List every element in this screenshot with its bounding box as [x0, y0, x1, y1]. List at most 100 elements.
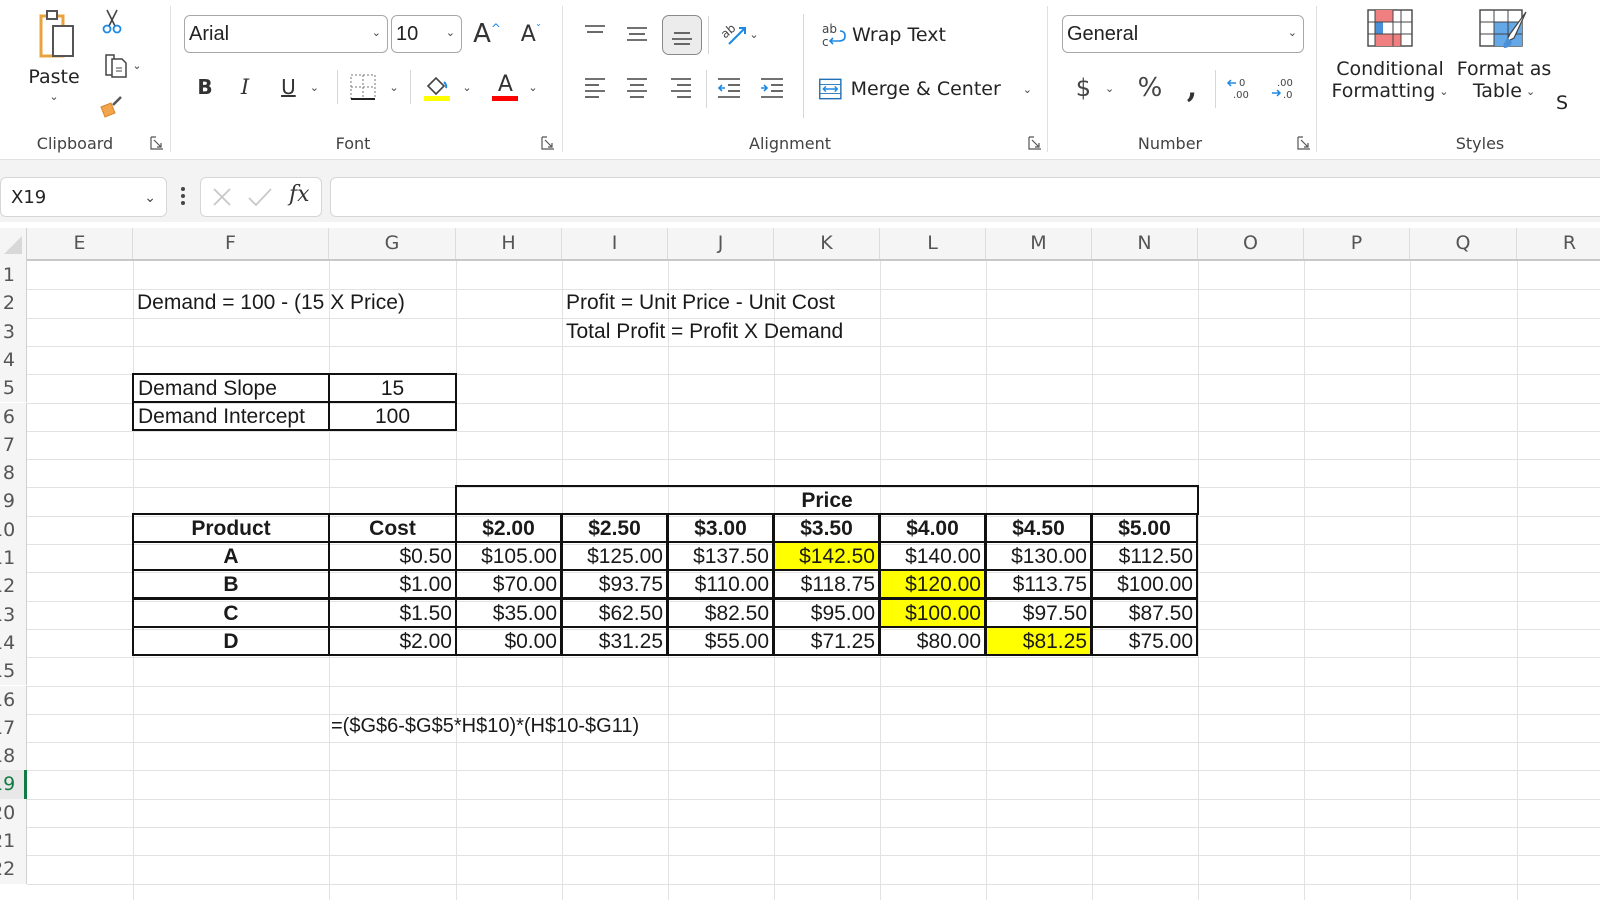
column-header-f[interactable]: F [133, 228, 329, 259]
row-header-9[interactable]: 9 [0, 487, 27, 516]
row-header-20[interactable]: 20 [0, 798, 27, 827]
cell-n13-profit[interactable]: $87.50 [1091, 597, 1198, 628]
merge-center-button[interactable]: Merge & Center ⌄ [818, 70, 1032, 108]
cell-l14-profit[interactable]: $80.00 [879, 625, 986, 656]
row-header-21[interactable]: 21 [0, 827, 27, 856]
cell-f10-product-header[interactable]: Product [132, 513, 330, 543]
row-header-6[interactable]: 6 [0, 402, 27, 431]
cell-n12-profit[interactable]: $100.00 [1091, 569, 1198, 600]
formula-input[interactable] [330, 177, 1600, 217]
column-header-m[interactable]: M [986, 228, 1092, 259]
cell-m11-profit[interactable]: $130.00 [985, 541, 1092, 571]
cell-h11-profit[interactable]: $105.00 [455, 541, 562, 571]
column-header-r[interactable]: R [1517, 228, 1600, 259]
italic-button[interactable]: I [230, 70, 260, 104]
select-all-button[interactable] [0, 228, 27, 261]
cell-g11-cost[interactable]: $0.50 [328, 541, 457, 571]
row-header-17[interactable]: 17 [0, 713, 27, 743]
row-header-8[interactable]: 8 [0, 459, 27, 488]
column-header-p[interactable]: P [1304, 228, 1410, 259]
increase-font-size-button[interactable]: A^ [470, 16, 504, 52]
align-center-button[interactable] [620, 70, 654, 104]
row-header-12[interactable]: 12 [0, 572, 27, 601]
increase-indent-button[interactable] [755, 70, 789, 104]
row-header-13[interactable]: 13 [0, 600, 27, 629]
cell-k11-profit-max[interactable]: $142.50 [773, 541, 880, 571]
decrease-indent-button[interactable] [712, 70, 746, 104]
comma-style-button[interactable]: , [1176, 70, 1208, 106]
cell-h12-profit[interactable]: $70.00 [455, 569, 562, 600]
cell-n14-profit[interactable]: $75.00 [1091, 625, 1198, 656]
font-dialog-launcher[interactable] [541, 136, 555, 150]
row-header-2[interactable]: 2 [0, 289, 27, 318]
column-header-e[interactable]: E [27, 228, 133, 259]
name-box[interactable]: X19 ⌄ [0, 177, 167, 217]
cut-button[interactable] [98, 6, 126, 36]
column-header-i[interactable]: I [562, 228, 668, 259]
cell-price-header[interactable]: Price [455, 485, 1199, 515]
cell-g17-formula-note[interactable]: =($G$6-$G$5*H$10)*(H$10-$G11) [329, 712, 639, 740]
cell-i13-profit[interactable]: $62.50 [561, 597, 668, 628]
row-header-18[interactable]: 18 [0, 742, 27, 771]
cell-g12-cost[interactable]: $1.00 [328, 569, 457, 600]
cell-n10-price-header[interactable]: $5.00 [1091, 513, 1198, 543]
cell-m14-profit-max[interactable]: $81.25 [985, 625, 1092, 656]
font-size-dropdown[interactable]: 10 ⌄ [391, 15, 462, 53]
paste-button[interactable]: Paste ⌄ [22, 8, 86, 118]
cell-g10-cost-header[interactable]: Cost [328, 513, 457, 543]
cell-f13-product[interactable]: C [132, 597, 330, 628]
decrease-decimal-button[interactable]: .00.0 [1266, 70, 1302, 106]
cell-k12-profit[interactable]: $118.75 [773, 569, 880, 600]
cell-h10-price-header[interactable]: $2.00 [455, 513, 562, 543]
cell-g14-cost[interactable]: $2.00 [328, 625, 457, 656]
cell-m13-profit[interactable]: $97.50 [985, 597, 1092, 628]
cell-f12-product[interactable]: B [132, 569, 330, 600]
cell-l10-price-header[interactable]: $4.00 [879, 513, 986, 543]
cell-l13-profit-max[interactable]: $100.00 [879, 597, 986, 628]
cell-k13-profit[interactable]: $95.00 [773, 597, 880, 628]
percent-format-button[interactable]: % [1132, 70, 1168, 106]
font-name-dropdown[interactable]: Arial ⌄ [184, 15, 388, 53]
copy-button[interactable]: ⌄ [94, 50, 150, 80]
column-header-k[interactable]: K [774, 228, 880, 259]
format-as-table-button[interactable]: Format as Table ⌄ [1456, 8, 1552, 120]
cell-l11-profit[interactable]: $140.00 [879, 541, 986, 571]
increase-decimal-button[interactable]: 0.00 [1222, 70, 1258, 106]
row-header-3[interactable]: 3 [0, 317, 27, 346]
column-header-h[interactable]: H [456, 228, 562, 259]
bold-button[interactable]: B [190, 70, 220, 104]
column-header-g[interactable]: G [329, 228, 456, 259]
underline-button[interactable]: U ⌄ [270, 70, 330, 104]
cell-i2-profit-text[interactable]: Profit = Unit Price - Unit Cost [562, 289, 835, 317]
row-header-5[interactable]: 5 [0, 374, 27, 403]
cell-i14-profit[interactable]: $31.25 [561, 625, 668, 656]
row-header-16[interactable]: 16 [0, 685, 27, 714]
column-header-n[interactable]: N [1092, 228, 1198, 259]
row-header-14[interactable]: 14 [0, 628, 27, 658]
cell-f5-slope-label[interactable]: Demand Slope [132, 373, 330, 403]
font-color-button[interactable]: A ⌄ [486, 70, 544, 104]
borders-button[interactable]: ⌄ [345, 70, 403, 104]
cell-h13-profit[interactable]: $35.00 [455, 597, 562, 628]
cell-m12-profit[interactable]: $113.75 [985, 569, 1092, 600]
cell-n11-profit[interactable]: $112.50 [1091, 541, 1198, 571]
cell-k10-price-header[interactable]: $3.50 [773, 513, 880, 543]
decrease-font-size-button[interactable]: Aˇ [514, 16, 548, 52]
cell-i11-profit[interactable]: $125.00 [561, 541, 668, 571]
cell-g13-cost[interactable]: $1.50 [328, 597, 457, 628]
cell-j13-profit[interactable]: $82.50 [667, 597, 774, 628]
cell-k14-profit[interactable]: $71.25 [773, 625, 880, 656]
cell-i12-profit[interactable]: $93.75 [561, 569, 668, 600]
align-left-button[interactable] [578, 70, 612, 104]
insert-function-icon[interactable]: fx [289, 182, 310, 207]
cell-j12-profit[interactable]: $110.00 [667, 569, 774, 600]
cell-i10-price-header[interactable]: $2.50 [561, 513, 668, 543]
cell-f6-intercept-label[interactable]: Demand Intercept [132, 401, 330, 431]
cell-m10-price-header[interactable]: $4.50 [985, 513, 1092, 543]
row-header-10[interactable]: 10 [0, 515, 27, 544]
cell-h14-profit[interactable]: $0.00 [455, 625, 562, 656]
cell-f14-product[interactable]: D [132, 625, 330, 656]
cell-j14-profit[interactable]: $55.00 [667, 625, 774, 656]
column-header-o[interactable]: O [1198, 228, 1304, 259]
cell-j11-profit[interactable]: $137.50 [667, 541, 774, 571]
